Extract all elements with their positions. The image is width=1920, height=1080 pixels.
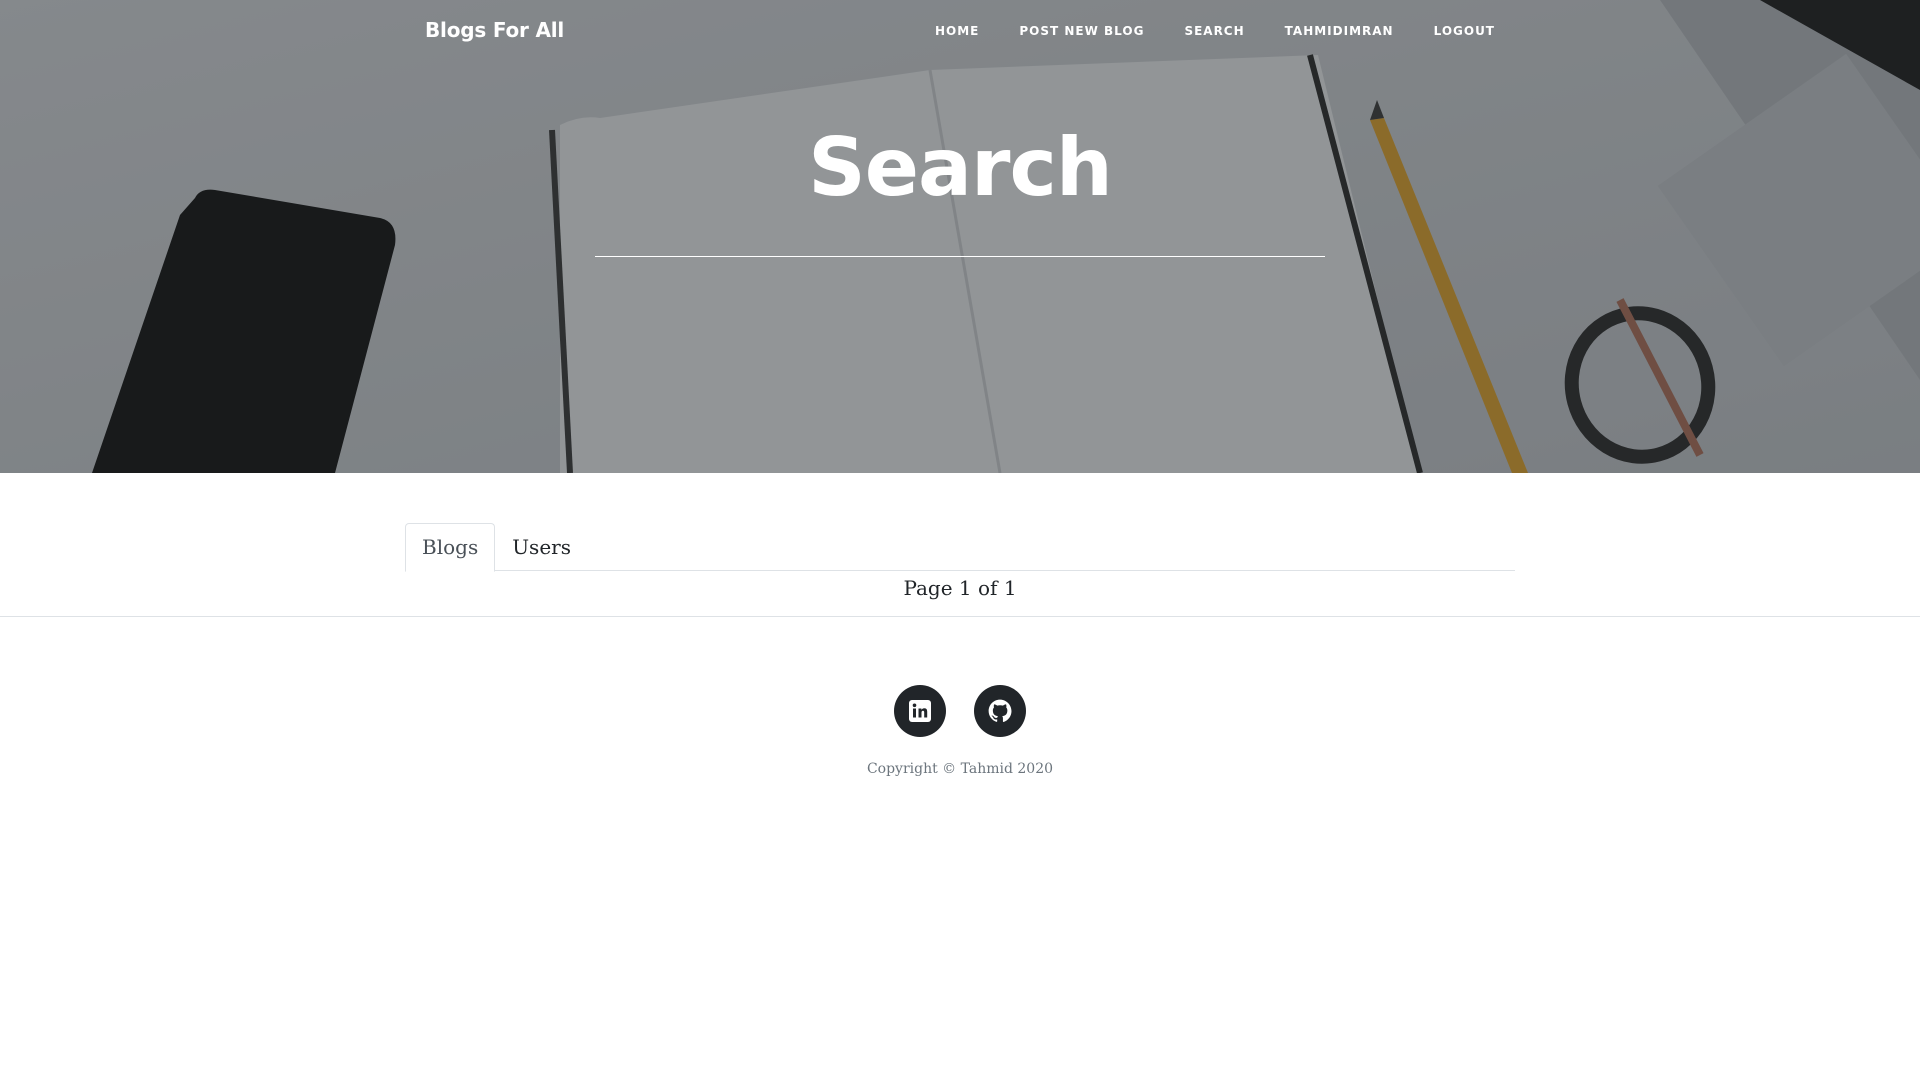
- nav-post-new-blog-link[interactable]: Post New Blog: [999, 24, 1164, 38]
- nav-user-profile-link[interactable]: tahmidimran: [1265, 24, 1414, 38]
- search-tabs: Blogs Users: [405, 523, 1515, 572]
- github-icon: [988, 699, 1012, 722]
- linkedin-icon: [909, 700, 931, 722]
- brand-link[interactable]: Blogs For All: [425, 18, 564, 42]
- footer: Copyright © Tahmid 2020: [0, 617, 1920, 777]
- github-link[interactable]: [974, 685, 1026, 737]
- nav-links: Home Post New Blog Search tahmidimran Lo…: [915, 24, 1495, 38]
- social-links: [0, 685, 1920, 737]
- nav-search-link[interactable]: Search: [1164, 24, 1264, 38]
- pagination-status: Page 1 of 1: [903, 576, 1017, 600]
- page-heading: Search: [0, 118, 1920, 257]
- tab-users[interactable]: Users: [495, 523, 588, 571]
- copyright-text: Copyright © Tahmid 2020: [866, 761, 1054, 777]
- title-divider: [595, 256, 1325, 257]
- tab-blogs[interactable]: Blogs: [405, 523, 496, 572]
- main-content: Blogs Users Page 1 of 1: [405, 473, 1515, 601]
- masthead: Blogs For All Home Post New Blog Search …: [0, 0, 1920, 473]
- page-title: Search: [808, 121, 1113, 214]
- navbar: Blogs For All Home Post New Blog Search …: [0, 0, 1920, 64]
- linkedin-link[interactable]: [894, 685, 946, 737]
- nav-logout-link[interactable]: Logout: [1414, 24, 1495, 38]
- nav-home-link[interactable]: Home: [915, 24, 999, 38]
